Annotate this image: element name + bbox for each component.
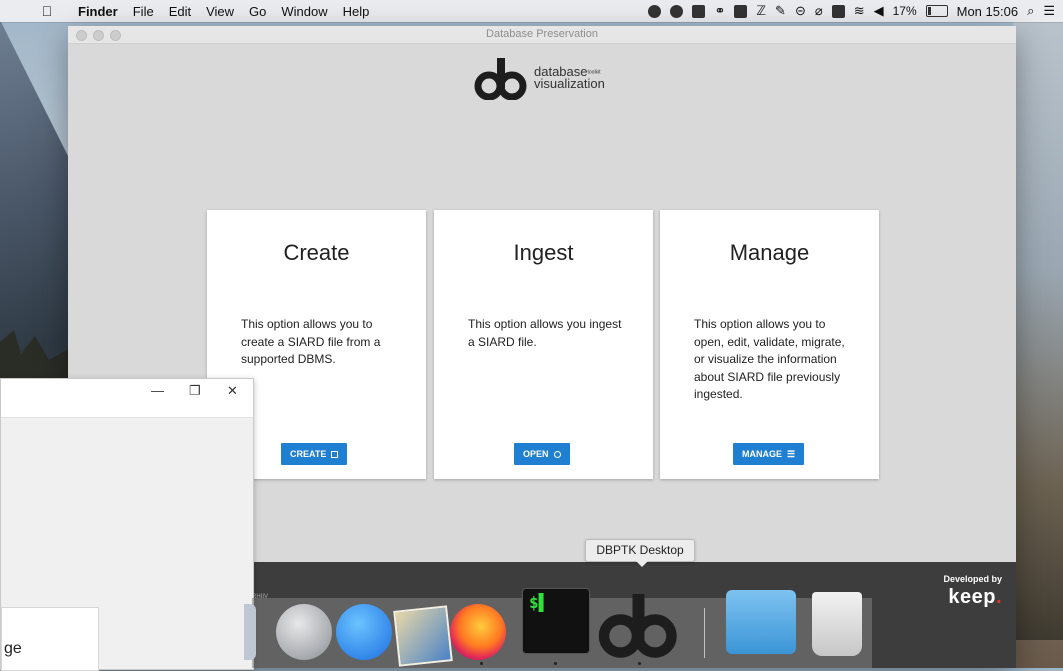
menu-window[interactable]: Window bbox=[281, 4, 327, 19]
menu-help[interactable]: Help bbox=[343, 4, 370, 19]
downloads-folder-icon[interactable] bbox=[726, 590, 796, 654]
cloud-icon[interactable] bbox=[670, 4, 684, 18]
launchpad-icon[interactable] bbox=[276, 604, 332, 660]
restore-icon[interactable]: ❐ bbox=[189, 383, 201, 399]
background-window-panel: ge bbox=[1, 607, 99, 671]
create-card-title: Create bbox=[283, 240, 350, 265]
docker-icon[interactable] bbox=[734, 4, 748, 18]
terminal-prompt: $▌ bbox=[529, 593, 549, 612]
gear-icon bbox=[553, 450, 561, 458]
close-window-button[interactable] bbox=[76, 30, 87, 41]
zoom-window-button[interactable] bbox=[110, 30, 121, 41]
ingest-card: Ingest This option allows you ingest a S… bbox=[434, 210, 653, 479]
dock-tooltip: DBPTK Desktop bbox=[585, 539, 695, 567]
db-logo-icon bbox=[474, 58, 527, 100]
app-icon[interactable] bbox=[692, 4, 706, 18]
manage-card-description: This option allows you to open, edit, va… bbox=[694, 317, 845, 401]
create-button-label: CREATE bbox=[290, 449, 327, 459]
manage-button-label: MANAGE bbox=[742, 449, 782, 459]
edit-icon bbox=[331, 450, 339, 458]
menu-view[interactable]: View bbox=[206, 4, 234, 19]
paperclip-icon[interactable]: ⌀ bbox=[815, 3, 823, 19]
menu-bar-status: ⚭ ℤ ✎ ⊝ ⌀ ≋ ◀ 17% Mon 15:06 ⌕ ☰ bbox=[648, 3, 1063, 19]
mail-icon[interactable] bbox=[393, 605, 453, 667]
menu-app-name[interactable]: Finder bbox=[78, 4, 118, 19]
developed-by[interactable]: Developed by keep. bbox=[943, 574, 1002, 609]
notification-center-icon[interactable]: ☰ bbox=[1043, 3, 1055, 19]
background-window-text: ge bbox=[4, 640, 22, 657]
apple-icon[interactable]:  bbox=[36, 3, 58, 19]
translate-icon[interactable]: ℤ bbox=[756, 3, 766, 19]
control-center-icon[interactable] bbox=[648, 4, 662, 18]
keep-logo: keep. bbox=[943, 586, 1002, 609]
battery-icon[interactable] bbox=[925, 5, 948, 17]
wifi-icon[interactable]: ≋ bbox=[854, 3, 865, 19]
window-controls bbox=[76, 30, 121, 41]
menu-file[interactable]: File bbox=[133, 4, 154, 19]
minimize-window-button[interactable] bbox=[93, 30, 104, 41]
finder-icon[interactable] bbox=[244, 604, 256, 660]
menu-bar:  Finder File Edit View Go Window Help ⚭… bbox=[0, 0, 1063, 22]
battery-percent[interactable]: 17% bbox=[893, 4, 917, 18]
search-icon[interactable]: ⌕ bbox=[1027, 3, 1034, 19]
logo-line2: visualization bbox=[534, 76, 605, 92]
logo-text: databasetoolkit visualization bbox=[534, 65, 605, 92]
developed-by-label: Developed by bbox=[943, 574, 1002, 584]
dock-separator bbox=[704, 608, 705, 658]
close-icon[interactable]: ✕ bbox=[227, 383, 238, 399]
background-window-titlebar[interactable]: — ❐ ✕ bbox=[1, 379, 253, 418]
keep-logo-text: keep bbox=[948, 586, 996, 608]
create-card-description: This option allows you to create a SIARD… bbox=[241, 317, 381, 366]
dbptk-desktop-icon[interactable] bbox=[598, 582, 682, 666]
trash-icon[interactable] bbox=[812, 592, 862, 656]
manage-card-title: Manage bbox=[729, 240, 810, 265]
dbvtk-logo: databasetoolkit visualization bbox=[474, 56, 605, 100]
app-store-icon[interactable] bbox=[336, 604, 392, 660]
wallpaper-mountain-right bbox=[1013, 20, 1063, 640]
vpn-icon[interactable]: ⊝ bbox=[795, 3, 806, 19]
minimize-icon[interactable]: — bbox=[151, 383, 164, 398]
running-indicator bbox=[480, 662, 483, 665]
open-button-label: OPEN bbox=[523, 449, 549, 459]
open-button[interactable]: OPEN bbox=[514, 443, 570, 465]
running-indicator bbox=[638, 662, 641, 665]
window-titlebar[interactable]: Database Preservation bbox=[68, 26, 1016, 44]
menu-edit[interactable]: Edit bbox=[169, 4, 191, 19]
running-indicator bbox=[554, 662, 557, 665]
keyboard-icon[interactable] bbox=[831, 4, 845, 18]
keep-logo-dot: . bbox=[995, 586, 1002, 608]
logo-small: toolkit bbox=[587, 69, 601, 76]
glasses-icon[interactable]: ⚭ bbox=[714, 3, 725, 19]
firefox-icon[interactable] bbox=[450, 604, 506, 660]
window-title: Database Preservation bbox=[486, 28, 598, 40]
ingest-card-title: Ingest bbox=[513, 240, 574, 265]
manage-button[interactable]: MANAGE ☰ bbox=[733, 443, 805, 465]
clock[interactable]: Mon 15:06 bbox=[957, 4, 1018, 19]
menu-go[interactable]: Go bbox=[249, 4, 266, 19]
volume-icon[interactable]: ◀ bbox=[874, 3, 884, 19]
create-button[interactable]: CREATE bbox=[281, 443, 348, 465]
list-icon: ☰ bbox=[787, 448, 796, 459]
terminal-icon[interactable]: $▌ bbox=[522, 588, 590, 654]
dock: $▌ bbox=[244, 588, 872, 668]
manage-card: Manage This option allows you to open, e… bbox=[660, 210, 879, 479]
ingest-card-description: This option allows you ingest a SIARD fi… bbox=[468, 317, 622, 349]
pen-icon[interactable]: ✎ bbox=[775, 3, 786, 19]
background-window[interactable]: — ❐ ✕ ge bbox=[0, 378, 254, 671]
